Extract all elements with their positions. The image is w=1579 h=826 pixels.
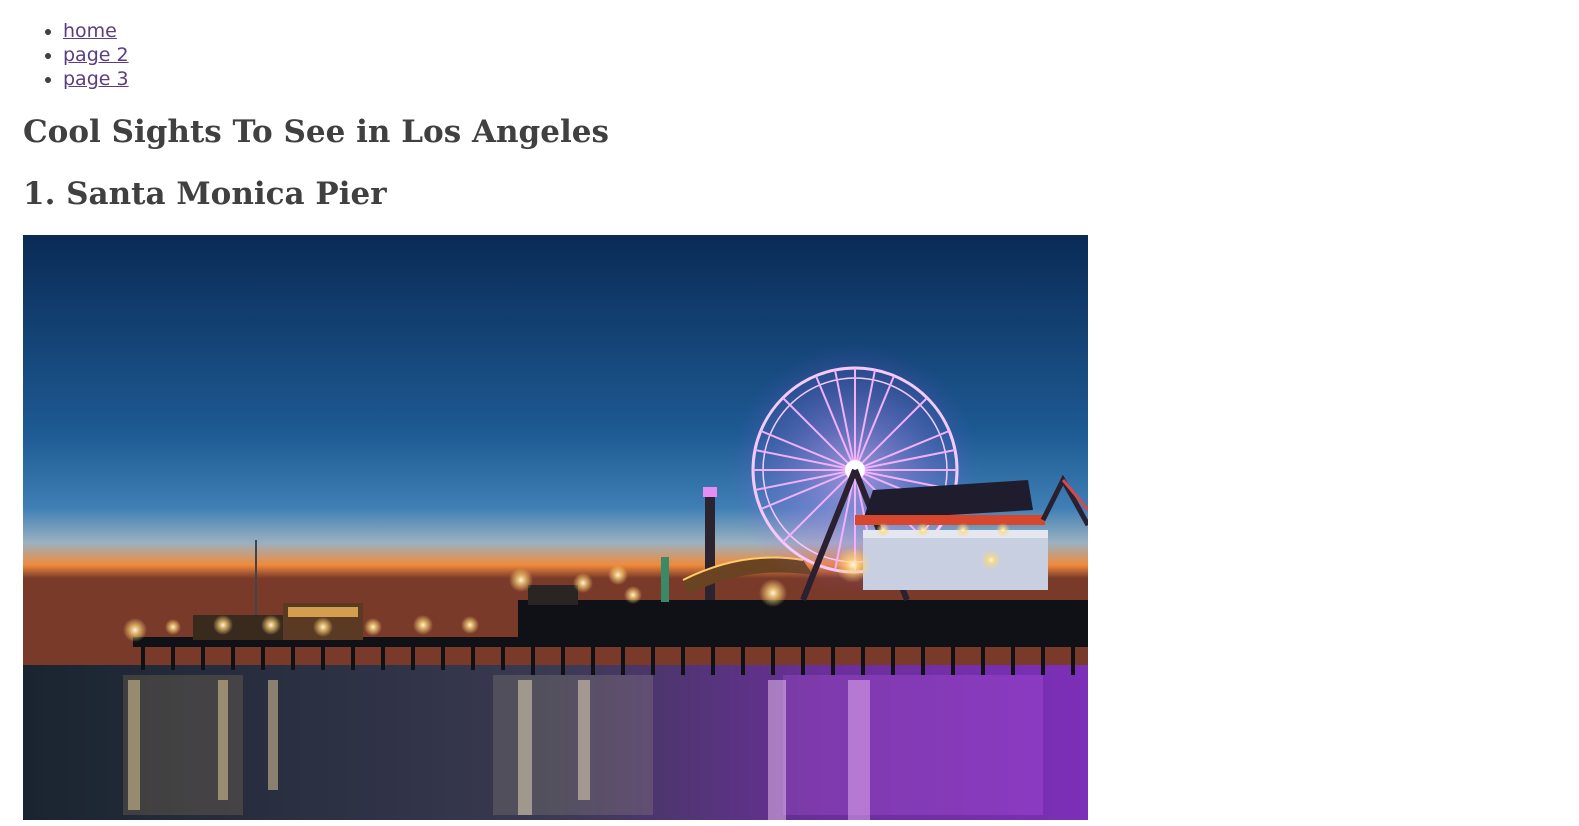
- nav-link-page-2[interactable]: page 2: [63, 44, 129, 66]
- nav-link-home[interactable]: home: [63, 20, 117, 42]
- top-nav: home page 2 page 3: [23, 19, 129, 91]
- section-heading-santa-monica-pier: 1. Santa Monica Pier: [23, 176, 387, 212]
- nav-link-page-3[interactable]: page 3: [63, 68, 129, 90]
- nav-item-page-2: page 2: [63, 43, 129, 67]
- nav-item-home: home: [63, 19, 129, 43]
- santa-monica-pier-photo: [23, 235, 1088, 820]
- nav-item-page-3: page 3: [63, 67, 129, 91]
- page-title: Cool Sights To See in Los Angeles: [23, 114, 609, 150]
